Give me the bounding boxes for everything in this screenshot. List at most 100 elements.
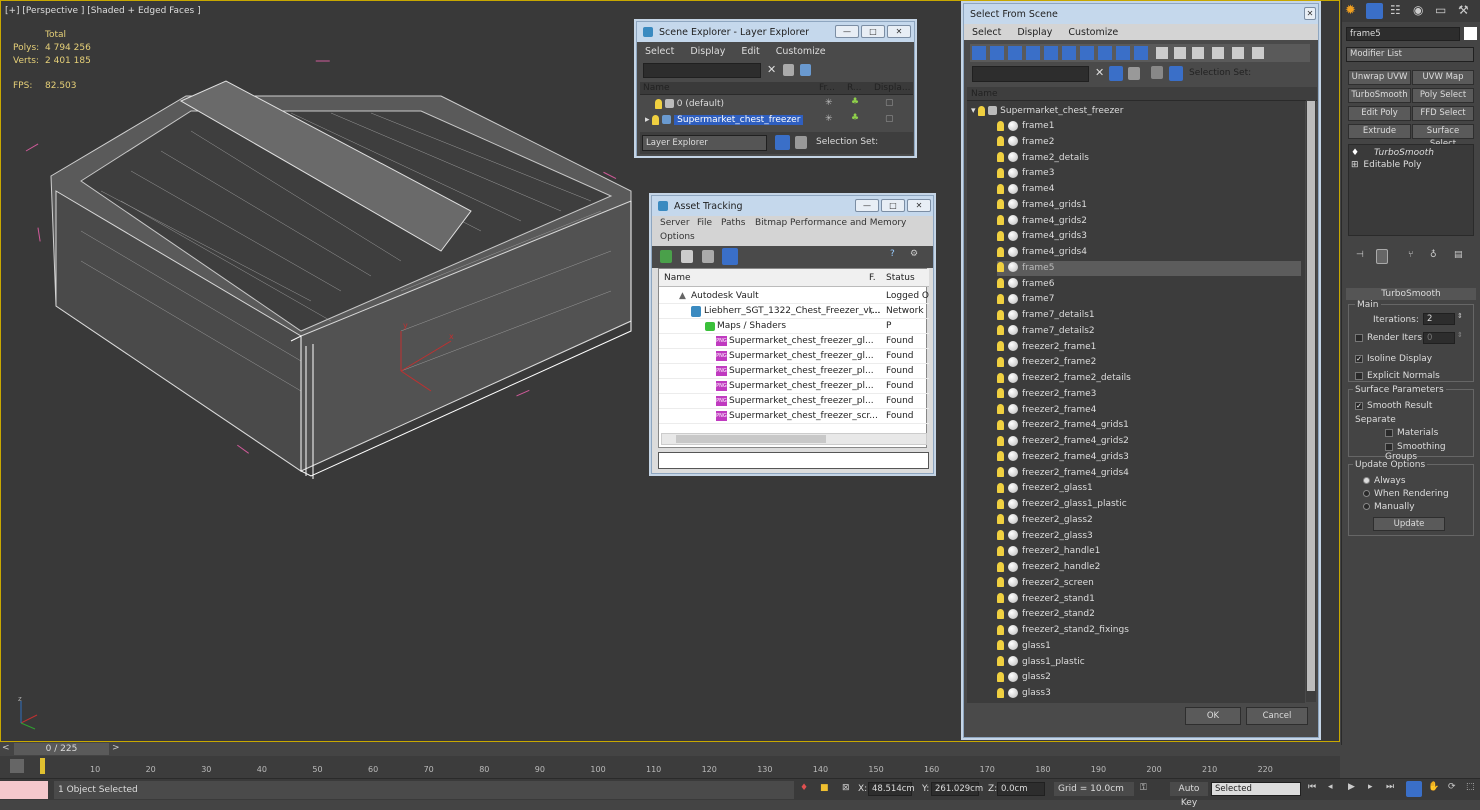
expand-plus-icon[interactable]: ⊞ <box>1351 160 1359 170</box>
auto-key-button[interactable]: Auto Key <box>1170 782 1208 808</box>
vertical-scrollbar[interactable] <box>1306 87 1316 702</box>
play-icon[interactable]: ▶ <box>1348 782 1355 792</box>
hierarchy-icon[interactable] <box>795 136 807 149</box>
scene-object-row[interactable]: freezer2_glass1_plastic <box>997 497 1301 512</box>
stack-item-editable-poly[interactable]: ⊞ Editable Poly <box>1351 160 1471 171</box>
scene-object-row[interactable]: frame7_details2 <box>997 324 1301 339</box>
asset-path-field[interactable] <box>658 452 929 469</box>
col-name[interactable]: Name <box>664 273 691 283</box>
maximize-button[interactable]: □ <box>861 25 885 38</box>
spinner-arrows-icon[interactable]: ⇕ <box>1457 331 1463 339</box>
asset-row[interactable]: PNG Supermarket_chest_freezer_scr... Foun… <box>659 409 929 424</box>
scene-object-row[interactable]: freezer2_frame4_grids2 <box>997 434 1301 449</box>
select-from-scene-window[interactable]: Select From Scene ✕ Select Display Custo… <box>963 3 1319 738</box>
display-box-icon[interactable]: ▢ <box>885 114 894 124</box>
scene-object-row[interactable]: frame3 <box>997 166 1301 181</box>
when-rendering-radio[interactable]: When Rendering <box>1363 489 1449 499</box>
light-bulb-icon[interactable] <box>997 136 1004 147</box>
light-bulb-icon[interactable] <box>997 215 1004 225</box>
help-icon[interactable]: ? <box>890 249 895 259</box>
select-from-scene-titlebar[interactable]: Select From Scene ✕ <box>964 4 1318 24</box>
col-name[interactable]: Name <box>971 89 998 99</box>
light-bulb-icon[interactable] <box>997 577 1004 588</box>
light-bulb-icon[interactable] <box>997 561 1004 572</box>
mini-curve-editor-icon[interactable] <box>10 759 24 773</box>
light-bulb-icon[interactable] <box>997 356 1004 367</box>
configure-sets-icon[interactable]: ▤ <box>1454 250 1463 260</box>
light-bulb-icon[interactable] <box>997 656 1004 666</box>
clear-search-icon[interactable]: ✕ <box>767 63 776 76</box>
scene-object-row[interactable]: glass2 <box>997 670 1301 685</box>
light-bulb-icon[interactable] <box>997 435 1004 446</box>
col-full-path[interactable]: F. <box>869 273 876 283</box>
scene-object-row[interactable]: frame4_grids1 <box>997 198 1301 213</box>
freeze-icon[interactable]: ✳ <box>825 98 833 108</box>
previous-frame-icon[interactable]: ◂ <box>1328 782 1333 792</box>
object-name-field[interactable]: frame5 <box>1346 27 1460 41</box>
list-icon[interactable] <box>681 250 693 263</box>
ffd-select-button[interactable]: FFD Select <box>1412 106 1474 121</box>
transform-mode-icon[interactable]: ⊠ <box>842 783 850 793</box>
go-to-start-icon[interactable]: ⏮ <box>1308 782 1316 792</box>
cancel-button[interactable]: Cancel <box>1246 707 1308 725</box>
scene-object-row[interactable]: freezer2_frame4_grids4 <box>997 466 1301 481</box>
render-iters-checkbox[interactable]: Render Iters: <box>1355 333 1425 343</box>
explicit-normals-checkbox[interactable]: Explicit Normals <box>1355 371 1440 381</box>
scene-object-row[interactable]: freezer2_glass1 <box>997 481 1301 496</box>
scrollbar-thumb[interactable] <box>1307 101 1315 691</box>
layer-row-default[interactable]: 0 (default) <box>655 97 815 112</box>
show-end-result-icon[interactable] <box>1376 249 1388 264</box>
scene-object-row[interactable]: frame4_grids3 <box>997 229 1301 244</box>
edit-poly-button[interactable]: Edit Poly <box>1348 106 1411 121</box>
menu-customize[interactable]: Customize <box>1060 27 1126 38</box>
scene-object-row[interactable]: frame4_grids2 <box>997 214 1301 229</box>
light-bulb-icon[interactable] <box>997 467 1004 477</box>
light-bulb-icon[interactable] <box>997 183 1004 194</box>
display-tab-icon[interactable]: ▭ <box>1435 3 1446 17</box>
scene-object-row[interactable]: freezer2_frame2_details <box>997 371 1301 386</box>
scene-object-row[interactable]: frame2 <box>997 135 1301 150</box>
modifier-list-dropdown[interactable]: Modifier List <box>1346 47 1474 62</box>
spinner-arrows-icon[interactable]: ⇕ <box>1457 312 1463 320</box>
asset-tracking-window[interactable]: Asset Tracking — □ ✕ Server File Paths B… <box>651 195 934 474</box>
hierarchy-icon[interactable] <box>1128 67 1140 80</box>
filter-icons[interactable] <box>970 44 1310 62</box>
light-bulb-icon[interactable] <box>997 671 1004 682</box>
scene-object-row[interactable]: freezer2_glass2 <box>997 513 1301 528</box>
scene-search-input[interactable] <box>972 66 1089 82</box>
next-frame-icon[interactable]: ▸ <box>1368 782 1373 792</box>
light-bulb-icon[interactable] <box>997 640 1004 651</box>
stack-item-turbosmooth[interactable]: ♦ TurboSmooth <box>1351 148 1471 159</box>
collapse-arrow-icon[interactable]: ▾ <box>971 106 976 116</box>
scene-object-row[interactable]: freezer2_frame4_grids1 <box>997 418 1301 433</box>
scene-object-row[interactable]: frame5 <box>997 260 1301 276</box>
asset-row[interactable]: ▲ Autodesk Vault Logged O <box>659 289 929 304</box>
extrude-button[interactable]: Extrude <box>1348 124 1411 139</box>
key-mode-dropdown[interactable]: Selected <box>1211 782 1301 796</box>
light-bulb-icon[interactable] <box>997 451 1004 462</box>
frame-counter[interactable]: 0 / 225 <box>14 743 109 755</box>
light-bulb-icon[interactable] <box>978 105 986 116</box>
menu-display[interactable]: Display <box>1009 27 1060 38</box>
isoline-display-checkbox[interactable]: ✓ Isoline Display <box>1355 354 1432 364</box>
scene-explorer-titlebar[interactable]: Scene Explorer - Layer Explorer — □ ✕ <box>637 22 914 42</box>
scene-object-row[interactable]: glass3 <box>997 686 1301 701</box>
asset-row[interactable]: PNG Supermarket_chest_freezer_pl... Found <box>659 394 929 409</box>
pin-stack-icon[interactable]: ⊣ <box>1356 250 1364 260</box>
ok-button[interactable]: OK <box>1185 707 1241 725</box>
menu-file[interactable]: File <box>697 218 712 228</box>
menu-display[interactable]: Display <box>682 46 733 57</box>
light-bulb-icon[interactable] <box>997 167 1004 178</box>
scene-object-row[interactable]: frame7_details1 <box>997 308 1301 323</box>
light-bulb-icon[interactable] <box>652 114 660 125</box>
clear-search-icon[interactable]: ✕ <box>1095 66 1104 79</box>
scene-object-row[interactable]: freezer2_screen <box>997 576 1301 591</box>
maxscript-listener[interactable] <box>0 781 48 799</box>
zoom-extents-icon[interactable] <box>1406 781 1422 797</box>
light-bulb-icon[interactable] <box>997 593 1004 603</box>
display-box-icon[interactable]: ▢ <box>885 98 894 108</box>
table-view-icon[interactable] <box>722 248 738 265</box>
poly-select-button[interactable]: Poly Select <box>1412 88 1474 103</box>
light-bulb-icon[interactable] <box>997 608 1004 619</box>
light-bulb-icon[interactable] <box>997 278 1004 288</box>
